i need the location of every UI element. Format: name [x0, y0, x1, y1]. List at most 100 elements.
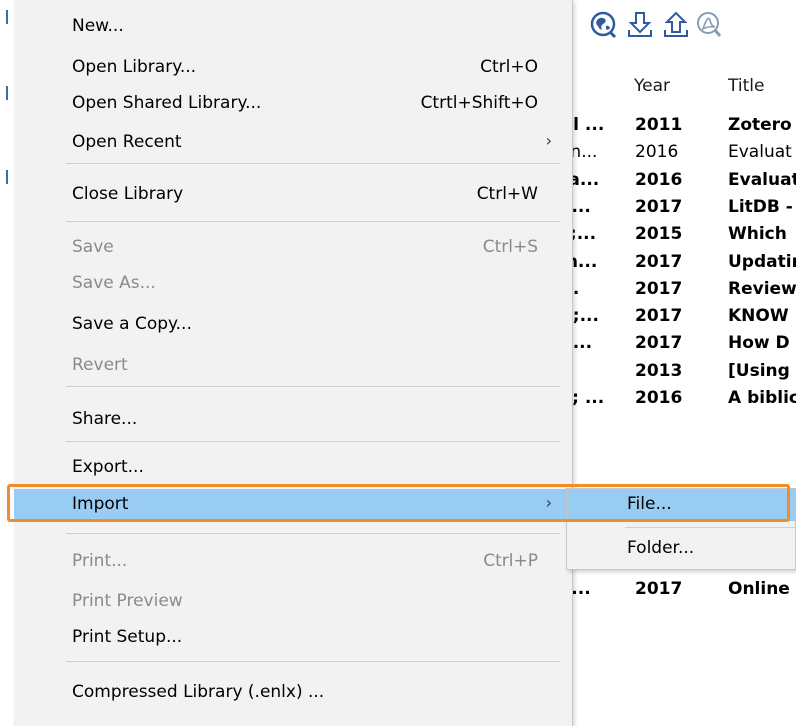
cell-year: 2013 — [635, 360, 683, 381]
menu-item-label: Compressed Library (.enlx) ... — [72, 682, 325, 702]
panel-marker — [6, 10, 8, 24]
cell-title: A biblic — [728, 388, 796, 408]
cell-title: Review — [728, 278, 796, 299]
table-row[interactable]: Al ... 2011 Zotero — [560, 112, 796, 139]
import-submenu: File... Folder... — [566, 488, 796, 570]
menu-item-save-a-copy[interactable]: Save a Copy... — [14, 309, 572, 339]
submenu-item-file[interactable]: File... — [567, 489, 796, 521]
cell-year: 2016 — [635, 169, 683, 190]
menu-separator — [66, 221, 560, 222]
table-row[interactable]: a... 2017 LitDB - — [560, 194, 796, 221]
cell-title: Which — [728, 224, 787, 245]
shortcut-label: Ctrl+P — [483, 551, 538, 571]
menu-item-label: Export... — [72, 457, 144, 477]
menu-item-label: Print Setup... — [72, 627, 183, 647]
table-row[interactable]: an... 2016 Evaluat — [560, 139, 796, 166]
menu-item-label: New... — [72, 16, 124, 36]
menu-item-label: Share... — [72, 409, 138, 429]
menu-item-share[interactable]: Share... — [14, 404, 572, 434]
menu-item-label: Revert — [72, 355, 128, 375]
shortcut-label: Ctrl+W — [476, 184, 538, 204]
submenu-arrow-icon: › — [545, 493, 552, 512]
table-row[interactable]: in... 2017 Updatir — [560, 249, 796, 276]
menu-item-label: Save a Copy... — [72, 314, 192, 334]
menu-item-open-shared-library[interactable]: Open Shared Library... Ctrtl+Shift+O — [14, 88, 572, 118]
table-row[interactable]: J.;... 2017 KNOW — [560, 303, 796, 330]
globe-search-icon[interactable] — [590, 10, 618, 40]
menu-item-open-library[interactable]: Open Library... Ctrl+O — [14, 52, 572, 82]
panel-marker — [6, 86, 8, 100]
menu-item-label: Import — [72, 494, 129, 514]
submenu-item-folder[interactable]: Folder... — [567, 533, 796, 565]
cell-year: 2011 — [635, 115, 683, 135]
cell-year: 2017 — [635, 278, 683, 299]
cell-title: LitDB - — [728, 196, 793, 217]
cell-title: Online — [728, 579, 790, 600]
menu-item-print-setup[interactable]: Print Setup... — [14, 622, 572, 652]
cell-year: 2017 — [635, 306, 683, 327]
shortcut-label: Ctrtl+Shift+O — [420, 93, 538, 113]
cell-year: 2015 — [635, 224, 683, 245]
file-menu: New... Open Library... Ctrl+O Open Share… — [14, 0, 573, 726]
cell-title: How D — [728, 333, 790, 354]
panel-marker — [6, 170, 8, 184]
cell-year: 2016 — [635, 388, 683, 408]
menu-item-label: Save — [72, 237, 114, 257]
cell-year: 2016 — [635, 142, 679, 163]
menu-separator — [66, 441, 560, 442]
shortcut-label: Ctrl+O — [480, 57, 538, 77]
table-row[interactable]: k...2017Online — [560, 576, 796, 603]
menu-item-export[interactable]: Export... — [14, 452, 572, 482]
table-row[interactable] — [560, 440, 796, 467]
table-row[interactable]: ...2017Review — [560, 276, 796, 303]
cell-year: 2017 — [635, 333, 683, 354]
submenu-arrow-icon: › — [545, 131, 552, 150]
table-row[interactable] — [560, 412, 796, 439]
submenu-item-label: Folder... — [627, 538, 695, 558]
menu-separator — [66, 661, 560, 662]
table-row[interactable]: ra... 2016 Evaluat — [560, 167, 796, 194]
left-panel-edge — [0, 0, 14, 726]
menu-item-save[interactable]: Save Ctrl+S — [14, 232, 572, 262]
menu-separator — [66, 163, 560, 164]
menu-item-close-library[interactable]: Close Library Ctrl+W — [14, 179, 572, 209]
cell-title: KNOW — [728, 306, 789, 327]
table-row[interactable]: ; ... 2017 How D — [560, 330, 796, 357]
menu-item-label: Open Shared Library... — [72, 93, 262, 113]
cell-year: 2017 — [635, 196, 683, 217]
menu-item-label: Print... — [72, 551, 128, 571]
menu-item-label: Open Recent — [72, 132, 182, 152]
table-row[interactable]: 2013 [Using — [560, 358, 796, 385]
download-icon[interactable] — [626, 10, 654, 40]
shortcut-label: Ctrl+S — [482, 237, 538, 257]
cell-title: Evaluat — [728, 169, 796, 190]
column-header-year[interactable]: Year — [634, 76, 670, 96]
cell-title: Updatir — [728, 251, 796, 272]
cell-title: Zotero — [728, 115, 792, 135]
cell-year: 2017 — [635, 579, 683, 600]
menu-item-new[interactable]: New... — [14, 11, 572, 41]
submenu-item-label: File... — [627, 494, 672, 514]
menu-item-revert[interactable]: Revert — [14, 350, 572, 380]
table-row[interactable]: n; ... 2016 A biblic — [560, 385, 796, 412]
column-header-title[interactable]: Title — [728, 76, 764, 96]
menu-item-open-recent[interactable]: Open Recent › — [14, 127, 572, 157]
cell-title: Evaluat — [728, 142, 792, 163]
menu-separator — [625, 527, 795, 528]
menu-item-print[interactable]: Print... Ctrl+P — [14, 546, 572, 576]
menu-item-save-as[interactable]: Save As... — [14, 268, 572, 298]
menu-item-label: Print Preview — [72, 591, 183, 611]
table-row[interactable]: z;... 2015 Which — [560, 221, 796, 248]
cell-title: [Using — [728, 360, 790, 381]
menu-item-print-preview[interactable]: Print Preview — [14, 586, 572, 616]
menu-item-import[interactable]: Import › — [14, 489, 572, 521]
menu-item-label: Save As... — [72, 273, 156, 293]
menu-item-label: Close Library — [72, 184, 184, 204]
cell-year: 2017 — [635, 251, 683, 272]
menu-separator — [66, 533, 560, 534]
upload-icon[interactable] — [662, 10, 690, 40]
menu-item-compressed-library[interactable]: Compressed Library (.enlx) ... — [14, 677, 572, 707]
menu-item-label: Open Library... — [72, 57, 197, 77]
menu-separator — [66, 386, 560, 387]
pdf-icon[interactable] — [696, 10, 724, 40]
